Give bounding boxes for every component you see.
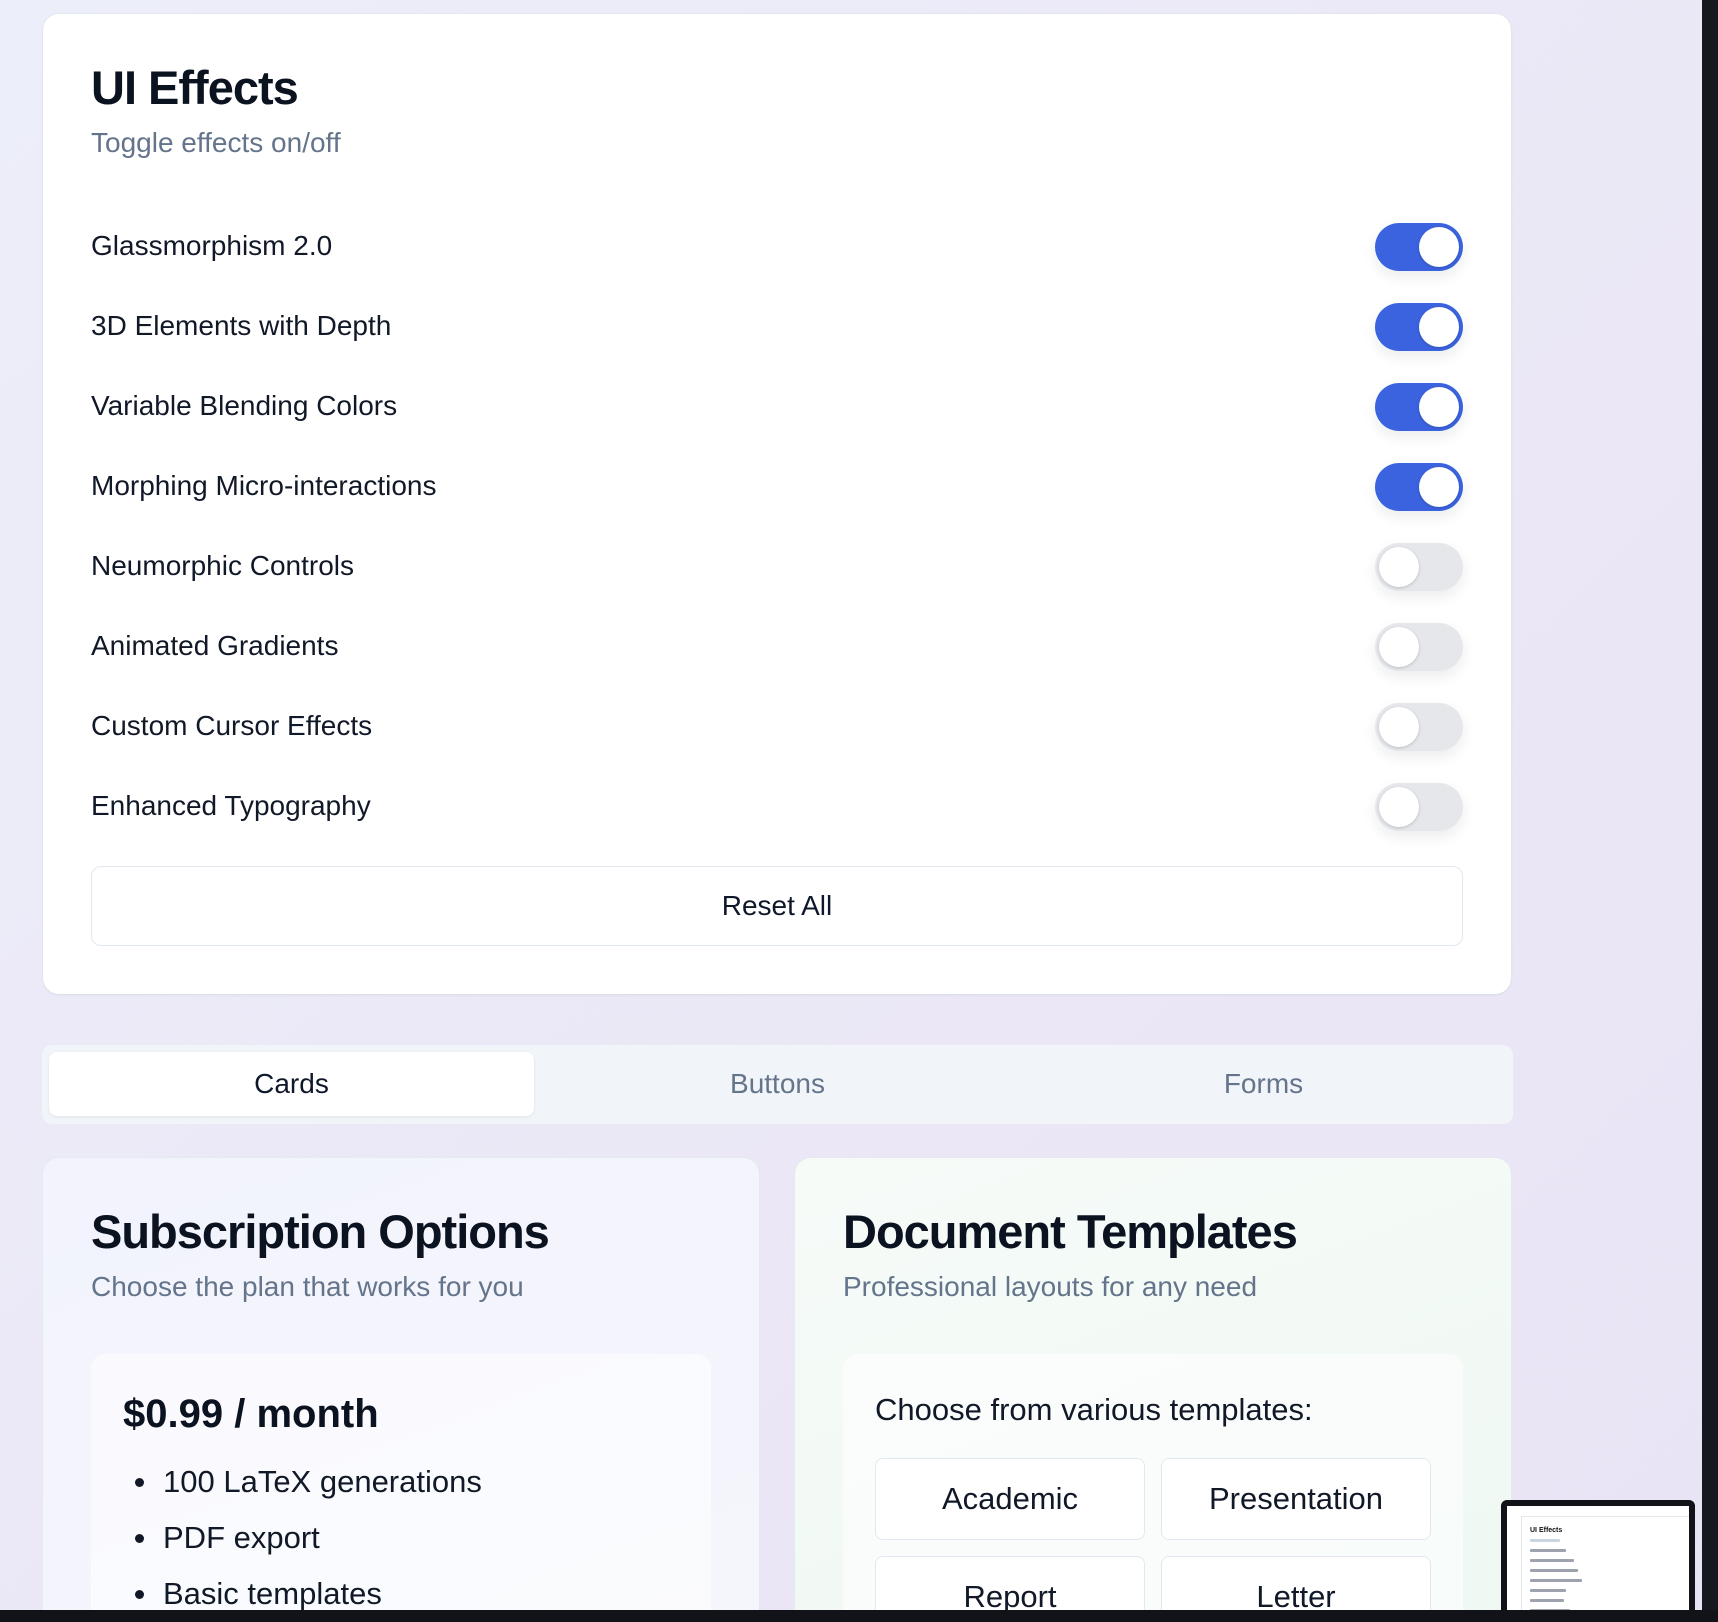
minimap-line [1530,1549,1566,1552]
minimap-preview[interactable]: UI Effects [1501,1500,1695,1622]
toggle-knob [1419,307,1459,347]
subscription-card: Subscription Options Choose the plan tha… [43,1158,759,1622]
reset-all-button[interactable]: Reset All [91,866,1463,946]
effect-label: Variable Blending Colors [91,390,398,421]
toggle-knob [1419,227,1459,267]
list-item: PDF export [123,1520,482,1576]
minimap-line [1530,1559,1574,1562]
tab-forms[interactable]: Forms [1021,1052,1506,1116]
effect-label: Custom Cursor Effects [91,710,373,741]
window-bottom-edge [0,1610,1718,1622]
cursor-effects-toggle[interactable] [1375,703,1463,751]
minimap-line [1530,1579,1582,1582]
blending-colors-toggle[interactable] [1375,383,1463,431]
glassmorphism-toggle[interactable] [1375,223,1463,271]
document-templates-card: Document Templates Professional layouts … [795,1158,1511,1622]
effect-row-blending-colors: Variable Blending Colors [91,382,1463,432]
effect-row-animated-gradients: Animated Gradients [91,622,1463,672]
feature-list: 100 LaTeX generations PDF export Basic t… [123,1464,482,1622]
effect-label: 3D Elements with Depth [91,310,392,341]
template-presentation-button[interactable]: Presentation [1161,1458,1431,1540]
effect-label: Animated Gradients [91,630,339,661]
template-academic-button[interactable]: Academic [875,1458,1145,1540]
effect-label: Enhanced Typography [91,790,371,821]
effects-card: UI Effects Toggle effects on/off Glassmo… [43,14,1511,994]
effect-label: Glassmorphism 2.0 [91,230,333,261]
animated-gradients-toggle[interactable] [1375,623,1463,671]
toggle-knob [1419,387,1459,427]
list-item: 100 LaTeX generations [123,1464,482,1520]
templates-intro: Choose from various templates: [875,1392,1313,1427]
effect-label: Neumorphic Controls [91,550,354,581]
typography-toggle[interactable] [1375,783,1463,831]
minimap-line [1530,1539,1560,1542]
toggle-knob [1379,787,1419,827]
documents-subtitle: Professional layouts for any need [843,1271,1258,1302]
effect-row-glassmorphism: Glassmorphism 2.0 [91,222,1463,272]
effect-row-neumorphic: Neumorphic Controls [91,542,1463,592]
3d-elements-toggle[interactable] [1375,303,1463,351]
effect-row-cursor-effects: Custom Cursor Effects [91,702,1463,752]
effects-title: UI Effects [91,61,299,114]
minimap-title: UI Effects [1530,1527,1563,1534]
minimap-line [1530,1599,1564,1602]
toggle-knob [1379,707,1419,747]
neumorphic-toggle[interactable] [1375,543,1463,591]
effect-row-3d-elements: 3D Elements with Depth [91,302,1463,352]
templates-panel: Choose from various templates: Academic … [843,1354,1463,1622]
plan-price: $0.99 / month [123,1392,379,1436]
toggle-knob [1379,627,1419,667]
tab-bar: Cards Buttons Forms [42,1045,1513,1124]
subscription-subtitle: Choose the plan that works for you [91,1271,524,1302]
effects-subtitle: Toggle effects on/off [91,127,341,158]
documents-title: Document Templates [843,1205,1298,1258]
minimap-line [1530,1569,1578,1572]
toggle-knob [1379,547,1419,587]
tab-cards[interactable]: Cards [49,1052,534,1116]
plan-panel: $0.99 / month 100 LaTeX generations PDF … [91,1354,711,1622]
micro-interactions-toggle[interactable] [1375,463,1463,511]
toggle-knob [1419,467,1459,507]
tab-buttons[interactable]: Buttons [535,1052,1020,1116]
window-edge [1702,0,1718,1622]
subscription-title: Subscription Options [91,1205,550,1258]
effect-row-typography: Enhanced Typography [91,782,1463,832]
minimap-line [1530,1589,1566,1592]
effect-row-micro-interactions: Morphing Micro-interactions [91,462,1463,512]
effect-label: Morphing Micro-interactions [91,470,437,501]
minimap-page: UI Effects [1521,1516,1689,1622]
